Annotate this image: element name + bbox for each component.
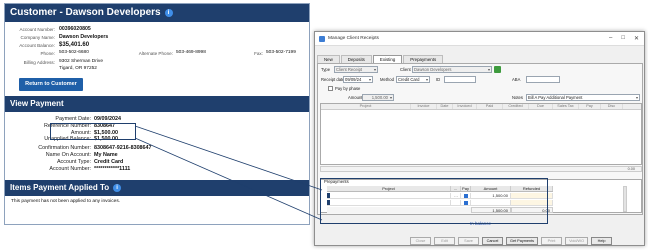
customer-title: Customer - Dawson Developers	[10, 7, 161, 18]
payment-detail-label: Account Number:	[49, 166, 91, 172]
method-label: Method	[380, 77, 394, 82]
client-select[interactable]: Dawson Developers	[412, 66, 492, 73]
payment-detail-label: Account Type:	[56, 159, 91, 165]
invoice-grid-header: Project Invoice Date Invoiced Paid Credi…	[321, 104, 641, 110]
void-wo-button[interactable]: Void/WO	[565, 237, 589, 245]
col-credited: Credited	[503, 104, 529, 109]
tab-new[interactable]: New	[317, 55, 340, 63]
aba-label: ABA	[512, 77, 521, 82]
receipt-tabs: New Deposits Existing Prepayments	[317, 55, 444, 63]
maximize-icon[interactable]: □	[621, 35, 625, 42]
payment-detail-value: ************1111	[94, 166, 131, 172]
amount-field[interactable]: 1,500.00	[362, 94, 394, 101]
scrollbar[interactable]	[623, 186, 627, 212]
tab-deposits[interactable]: Deposits	[340, 55, 372, 63]
view-payment-header: View Payment	[5, 96, 309, 112]
notes-field[interactable]: Bill A Pay Additional Payment	[526, 94, 640, 101]
close-button[interactable]: Close	[410, 237, 431, 245]
billing-address-line1: 9302 Sherman Drive	[59, 59, 103, 64]
col-date: Date	[437, 104, 453, 109]
view-payment-title: View Payment	[10, 99, 64, 108]
col-invoice: Invoice	[411, 104, 437, 109]
payment-detail-value: 09/09/2024	[94, 116, 121, 122]
payment-detail-label: Name On Account:	[45, 152, 91, 158]
save-button[interactable]: Save	[458, 237, 479, 245]
app-icon	[319, 35, 325, 42]
phone-value: 503-502-6680	[59, 50, 89, 55]
print-button[interactable]: Print	[541, 237, 563, 245]
items-applied-title: Items Payment Applied To	[10, 183, 110, 192]
col-pay: Pay	[579, 104, 601, 109]
company-name-value: Dawson Developers	[59, 34, 109, 40]
aba-field[interactable]	[526, 76, 560, 83]
prepayments-highlight-box	[320, 178, 548, 224]
payment-detail-row: Account Type: Credit Card	[5, 159, 123, 165]
payment-detail-label: Confirmation Number:	[38, 145, 91, 151]
id-label: ID	[436, 77, 441, 82]
invoice-grid[interactable]: Project Invoice Date Invoiced Paid Credi…	[320, 103, 642, 165]
notes-label: Notes	[512, 95, 523, 100]
return-to-customer-button[interactable]: Return to Customer	[19, 78, 83, 91]
receipt-date-field[interactable]: 09/09/24	[343, 76, 373, 83]
amount-highlight-box	[50, 123, 136, 140]
payment-detail-label: Payment Date:	[55, 116, 91, 122]
account-balance-value: $35,401.60	[59, 42, 90, 48]
col-sales-tax: Sales Tax	[553, 104, 579, 109]
cancel-button[interactable]: Cancel	[482, 237, 503, 245]
payment-detail-row: Account Number: ************1111	[5, 166, 130, 172]
payment-detail-row: Confirmation Number: 8308647-9216-8308647	[5, 145, 152, 151]
method-select[interactable]: Credit Card	[396, 76, 430, 83]
pay-by-phase-label: Pay by phase	[335, 86, 361, 91]
tab-prepayments[interactable]: Prepayments	[403, 55, 444, 63]
customer-header: Customer - Dawson Developers i	[5, 4, 309, 22]
alt-phone-value: 503-469-8998	[176, 50, 206, 55]
alt-phone-label: Alternate Phone:	[138, 51, 173, 56]
payment-detail-row: Payment Date: 09/09/2024	[5, 116, 121, 122]
window-titlebar: Manage Client Receipts – □ ✕	[315, 32, 644, 46]
amount-label: Amount	[348, 95, 363, 100]
payment-detail-value: My Name	[94, 152, 118, 158]
minimize-icon[interactable]: –	[609, 35, 612, 42]
col-paid: Paid	[477, 104, 503, 109]
receipt-date-label: Receipt date	[321, 77, 345, 82]
invoice-grid-total: 0.00	[320, 166, 642, 172]
billing-address-label: Billing Address:	[23, 60, 55, 65]
billing-address-line2: Tigard, OR 97252	[59, 66, 97, 71]
account-number-value: 00396020805	[59, 26, 91, 32]
col-disc: Disc	[601, 104, 623, 109]
phone-label: Phone:	[40, 51, 55, 56]
window-title: Manage Client Receipts	[328, 36, 379, 41]
help-button[interactable]: Help	[591, 237, 613, 245]
client-label: Client	[400, 67, 411, 72]
customer-panel: Customer - Dawson Developers i Account N…	[4, 3, 310, 225]
info-icon[interactable]: i	[164, 9, 173, 17]
items-applied-message: This payment has not been applied to any…	[11, 199, 121, 204]
info-icon[interactable]: i	[113, 184, 122, 192]
account-balance-label: Account Balance:	[19, 43, 55, 48]
get-payments-button[interactable]: Get Payments	[506, 237, 539, 245]
type-label: Type	[321, 67, 331, 72]
payment-detail-value: 8308647-9216-8308647	[94, 145, 152, 151]
dialog-button-bar: Close Edit Save Cancel Get Payments Prin…	[410, 237, 613, 245]
account-number-label: Account Number:	[19, 27, 56, 32]
pay-by-phase-checkbox[interactable]	[328, 86, 333, 91]
close-icon[interactable]: ✕	[634, 35, 639, 42]
type-select[interactable]: Client Receipt	[334, 66, 378, 73]
client-lookup-icon[interactable]	[494, 66, 501, 73]
payment-detail-row: Name On Account: My Name	[5, 152, 118, 158]
payment-detail-value: Credit Card	[94, 159, 124, 165]
company-name-label: Company Name:	[20, 35, 55, 40]
tab-existing[interactable]: Existing	[372, 55, 403, 63]
col-project: Project	[321, 104, 411, 109]
col-invoiced: Invoiced	[453, 104, 477, 109]
items-applied-header: Items Payment Applied To i	[5, 180, 309, 196]
fax-value: 503-502-7199	[266, 50, 296, 55]
col-due: Due	[529, 104, 553, 109]
fax-label: Fax:	[254, 51, 263, 56]
id-field[interactable]	[444, 76, 476, 83]
edit-button[interactable]: Edit	[434, 237, 455, 245]
